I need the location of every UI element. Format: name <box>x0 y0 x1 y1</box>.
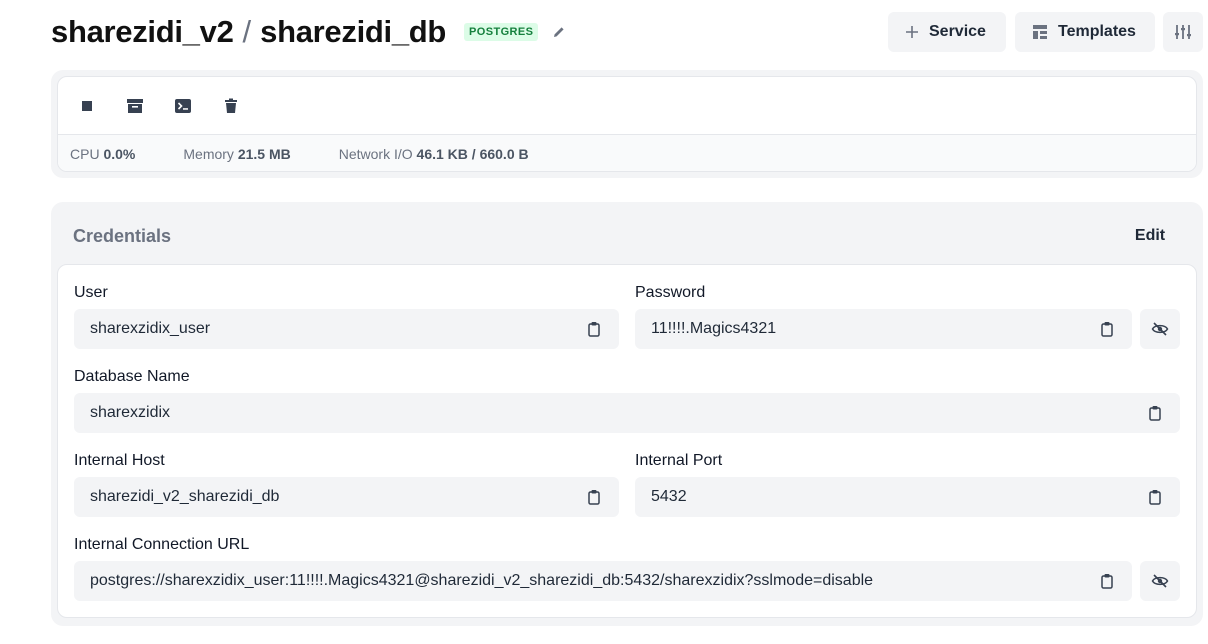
clipboard-icon[interactable] <box>1147 489 1163 505</box>
clipboard-icon[interactable] <box>1099 321 1115 337</box>
cpu-value: 0.0% <box>103 146 136 162</box>
cpu-metric: CPU 0.0% <box>70 146 135 162</box>
connection-url-field[interactable]: postgres://sharexzidix_user:11!!!!.Magic… <box>74 561 1132 601</box>
database-name-value: sharexzidix <box>90 404 171 421</box>
metrics-bar: CPU 0.0% Memory 21.5 MB Network I/O 46.1… <box>58 134 1196 171</box>
service-type-badge: POSTGRES <box>464 23 539 41</box>
templates-label: Templates <box>1058 23 1136 40</box>
eye-off-icon <box>1151 322 1169 336</box>
stop-icon <box>82 100 92 111</box>
internal-port-field[interactable]: 5432 <box>635 477 1180 517</box>
edit-credentials-button[interactable]: Edit <box>1118 220 1182 252</box>
cpu-label: CPU <box>70 146 100 162</box>
service-name: sharezidi_db <box>260 14 447 49</box>
internal-port-value: 5432 <box>651 488 687 505</box>
network-value: 46.1 KB / 660.0 B <box>416 146 529 162</box>
memory-metric: Memory 21.5 MB <box>183 146 290 162</box>
credentials-panel: Credentials Edit User sharexzidix_user P… <box>51 202 1203 626</box>
container-stats-panel: CPU 0.0% Memory 21.5 MB Network I/O 46.1… <box>51 70 1203 178</box>
breadcrumb-separator: / <box>242 14 252 49</box>
layout-template-icon <box>1033 25 1047 39</box>
archive-icon <box>127 98 143 113</box>
credentials-title: Credentials <box>73 226 172 246</box>
terminal-icon <box>175 98 191 113</box>
toggle-url-visibility-button[interactable] <box>1140 561 1180 601</box>
settings-button[interactable] <box>1163 12 1203 52</box>
container-actions <box>58 77 1196 134</box>
credentials-card: User sharexzidix_user Password 11!!!!.Ma… <box>57 264 1197 618</box>
add-service-button[interactable]: Service <box>888 12 1006 52</box>
terminal-button[interactable] <box>171 94 195 118</box>
user-value: sharexzidix_user <box>90 320 211 337</box>
internal-host-label: Internal Host <box>74 452 165 469</box>
connection-url-value: postgres://sharexzidix_user:11!!!!.Magic… <box>90 572 874 589</box>
eye-off-icon <box>1151 574 1169 588</box>
stop-button[interactable] <box>75 94 99 118</box>
internal-host-field[interactable]: sharezidi_v2_sharezidi_db <box>74 477 619 517</box>
delete-button[interactable] <box>219 94 243 118</box>
user-field[interactable]: sharexzidix_user <box>74 309 619 349</box>
password-label: Password <box>635 284 706 301</box>
clipboard-icon[interactable] <box>586 321 602 337</box>
password-value: 11!!!!.Magics4321 <box>651 320 777 337</box>
memory-label: Memory <box>183 146 234 162</box>
trash-icon <box>225 98 237 113</box>
connection-url-label: Internal Connection URL <box>74 536 250 553</box>
page-header: sharezidi_v2 / sharezidi_db POSTGRES Ser… <box>51 10 1203 54</box>
clipboard-icon[interactable] <box>586 489 602 505</box>
password-field[interactable]: 11!!!!.Magics4321 <box>635 309 1132 349</box>
network-metric: Network I/O 46.1 KB / 660.0 B <box>339 146 529 162</box>
archive-button[interactable] <box>123 94 147 118</box>
add-service-label: Service <box>929 23 986 40</box>
internal-host-value: sharezidi_v2_sharezidi_db <box>90 488 280 505</box>
database-name-field[interactable]: sharexzidix <box>74 393 1180 433</box>
clipboard-icon[interactable] <box>1147 405 1163 421</box>
project-name[interactable]: sharezidi_v2 <box>51 14 234 50</box>
container-stats-card: CPU 0.0% Memory 21.5 MB Network I/O 46.1… <box>57 76 1197 172</box>
memory-value: 21.5 MB <box>237 146 291 162</box>
clipboard-icon[interactable] <box>1099 573 1115 589</box>
sliders-icon <box>1175 25 1191 39</box>
user-label: User <box>74 284 108 301</box>
templates-button[interactable]: Templates <box>1015 12 1155 52</box>
toggle-password-visibility-button[interactable] <box>1140 309 1180 349</box>
pencil-icon[interactable] <box>552 25 566 39</box>
network-label: Network I/O <box>338 146 413 162</box>
internal-port-label: Internal Port <box>635 452 723 469</box>
plus-icon <box>906 26 918 38</box>
database-name-label: Database Name <box>74 368 190 385</box>
breadcrumb: sharezidi_v2 / sharezidi_db POSTGRES <box>51 12 566 52</box>
